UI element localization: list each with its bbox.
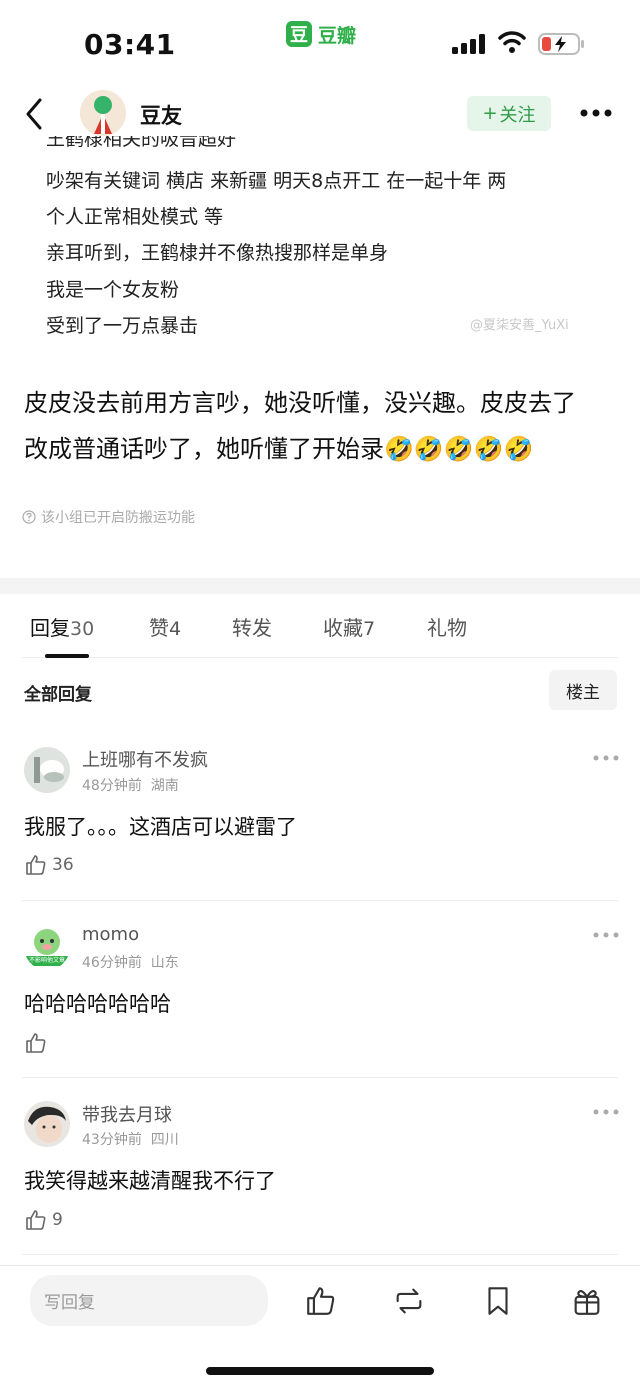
more-options-icon[interactable] [578, 98, 614, 128]
plus-icon: + [482, 103, 498, 124]
op-only-filter-button[interactable]: 楼主 [549, 670, 617, 710]
comment-divider [22, 1254, 618, 1255]
comment-avatar[interactable] [24, 747, 70, 793]
comment-username[interactable]: momo [82, 924, 139, 945]
reply-input[interactable]: 写回复 [30, 1275, 268, 1326]
question-circle-icon [22, 510, 36, 524]
section-divider [0, 578, 640, 594]
signal-icon [452, 34, 485, 54]
thumbs-up-icon [26, 1033, 46, 1053]
back-arrow-icon[interactable] [20, 96, 60, 132]
comment-avatar[interactable] [24, 1101, 70, 1147]
anti-repost-notice: 该小组已开启防搬运功能 [22, 507, 195, 527]
comment-username[interactable]: 带我去月球 [82, 1101, 172, 1127]
tab-gifts[interactable]: 礼物 [427, 612, 467, 641]
tab-replies[interactable]: 回复30 [30, 612, 94, 641]
status-bar: 03:41 豆 豆瓣 [0, 0, 640, 90]
tab-reshare[interactable]: 转发 [232, 612, 272, 641]
comment-meta: 46分钟前 山东 [82, 955, 179, 971]
comment-text: 我服了。。。这酒店可以避雷了 [24, 815, 297, 839]
avatar-badge-text: 不影响他文章 [28, 957, 65, 964]
post-cut-off-line: 王鹤棣相关的吸音超好 [46, 136, 237, 150]
wifi-icon [498, 31, 526, 53]
comment-divider [22, 1077, 618, 1078]
tab-divider [22, 657, 618, 658]
avatar-photo-icon [24, 1101, 70, 1147]
post-quote-line: 亲耳听到，王鹤棣并不像热搜那样是单身 [46, 242, 389, 264]
comment-more-icon[interactable] [592, 753, 620, 763]
avatar-photo-icon [24, 747, 70, 793]
user-avatar[interactable] [80, 90, 126, 136]
post-main-line: 改成普通话吵了，她听懂了开始录🤣🤣🤣🤣🤣 [24, 435, 534, 463]
status-app-indicator: 豆 豆瓣 [286, 20, 356, 48]
tab-active-indicator [45, 654, 89, 658]
comment-meta: 43分钟前 四川 [82, 1132, 179, 1148]
comment-like-button[interactable]: 9 [24, 1208, 63, 1232]
tab-collect[interactable]: 收藏7 [323, 612, 375, 641]
post-quote-line: 吵架有关键词 横店 来新疆 明天8点开工 在一起十年 两 [46, 170, 507, 192]
all-replies-heading: 全部回复 [24, 685, 92, 705]
follow-label: 关注 [499, 104, 536, 126]
post-main-text: 皮皮没去前用方言吵，她没听懂，没兴趣。皮皮去了 改成普通话吵了，她听懂了开始录🤣… [24, 380, 624, 472]
like-post-icon[interactable] [304, 1284, 338, 1318]
tab-likes[interactable]: 赞4 [149, 612, 181, 641]
comment-like-button[interactable] [24, 1031, 52, 1055]
reshare-icon[interactable] [392, 1284, 426, 1318]
post-quote-line: 个人正常相处模式 等 [46, 206, 224, 228]
thumbs-up-icon [26, 1210, 46, 1230]
image-watermark: @夏柒安善_YuXi [470, 318, 569, 333]
comment-username[interactable]: 上班哪有不发疯 [82, 746, 208, 772]
gift-icon[interactable] [570, 1284, 604, 1318]
avatar-figure-icon [80, 90, 126, 136]
post-quote-line: 我是一个女友粉 [46, 279, 180, 301]
comment-like-button[interactable]: 36 [24, 853, 74, 877]
thumbs-up-icon [26, 855, 46, 875]
battery-icon [538, 33, 584, 55]
comment-avatar[interactable]: 不影响他文章 [24, 924, 70, 970]
comment-divider [22, 900, 618, 901]
comment-more-icon[interactable] [592, 930, 620, 940]
bottom-bar-border [0, 1265, 640, 1266]
post-author-name[interactable]: 豆友 [140, 100, 182, 130]
home-indicator [206, 1367, 434, 1375]
laughing-emoji-icon: 🤣🤣🤣🤣🤣 [384, 435, 534, 463]
post-quote-line: 受到了一万点暴击 [46, 315, 199, 337]
comment-text: 哈哈哈哈哈哈哈 [24, 992, 171, 1016]
bookmark-icon[interactable] [481, 1284, 515, 1318]
follow-button[interactable]: + 关注 [467, 96, 551, 131]
douban-logo-icon: 豆 [286, 21, 312, 47]
comment-text: 我笑得越来越清醒我不行了 [24, 1169, 276, 1193]
comment-more-icon[interactable] [592, 1107, 620, 1117]
comment-meta: 48分钟前 湖南 [82, 778, 179, 794]
status-time: 03:41 [84, 28, 176, 61]
status-app-name: 豆瓣 [318, 24, 357, 47]
post-main-line: 皮皮没去前用方言吵，她没听懂，没兴趣。皮皮去了 [24, 389, 576, 417]
